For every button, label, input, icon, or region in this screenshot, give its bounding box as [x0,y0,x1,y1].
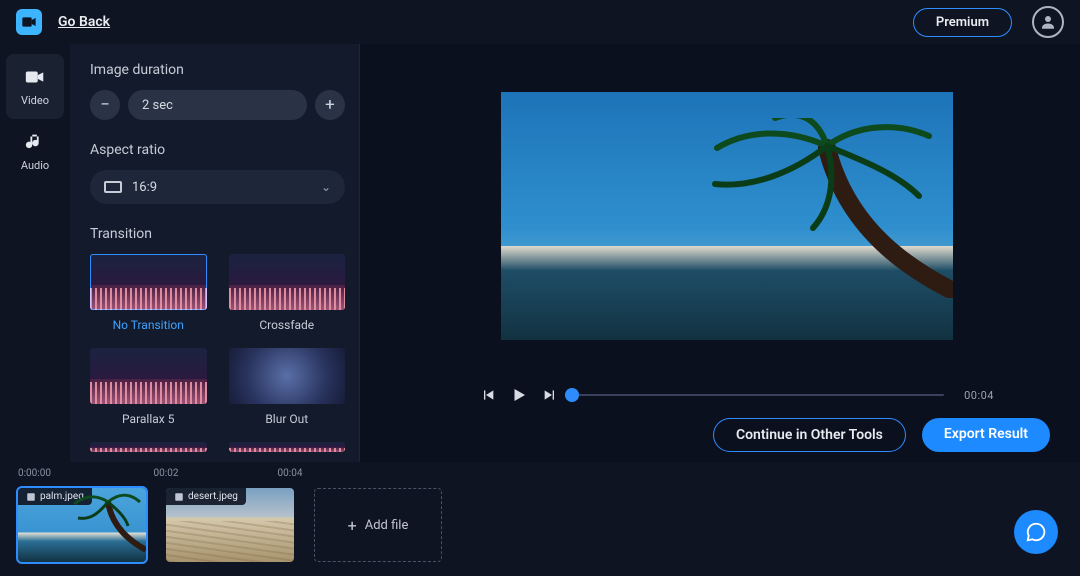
transition-blur-out[interactable]: Blur Out [229,348,346,426]
action-row: Continue in Other Tools Export Result [400,414,1054,452]
duration-increment-button[interactable]: + [315,90,345,120]
next-frame-button[interactable] [542,387,558,403]
duration-decrement-button[interactable]: − [90,90,120,120]
transition-label: Transition [90,226,345,242]
ruler-tick: 00:04 [278,468,303,479]
nav-video[interactable]: Video [6,54,64,119]
preview-pane: 00:04 Continue in Other Tools Export Res… [360,44,1080,462]
ruler-tick: 00:02 [154,468,179,479]
settings-panel: Image duration − 2 sec + Aspect ratio 16… [70,44,360,462]
transition-grid: No Transition Crossfade Parallax 5 Blur … [90,254,345,452]
transition-thumb [229,254,346,310]
continue-other-tools-button[interactable]: Continue in Other Tools [713,418,906,452]
clip-filename: desert.jpeg [188,491,238,502]
clip-row: palm.jpeg desert.jpeg + Add file [4,484,1080,562]
app-logo-icon [16,9,42,35]
add-file-button[interactable]: + Add file [314,488,442,562]
add-file-label: Add file [365,518,409,533]
aspect-ratio-select[interactable]: 16:9 ⌄ [90,170,345,204]
preview-seek-bar[interactable] [572,394,944,396]
seek-knob[interactable] [565,388,579,402]
transition-thumb [229,442,346,452]
transition-label-text: Crossfade [259,318,314,332]
palm-tree-illustration [697,118,953,298]
transition-thumb [90,254,207,310]
transition-label-text: Blur Out [265,412,308,426]
preview-box [400,54,1054,378]
nav-video-label: Video [21,94,49,107]
transition-thumb [90,442,207,452]
image-icon [26,492,36,502]
play-button[interactable] [510,386,528,404]
chevron-down-icon: ⌄ [321,180,331,194]
image-icon [174,492,184,502]
transition-no-transition[interactable]: No Transition [90,254,207,332]
transition-thumb [229,348,346,404]
total-duration: 00:04 [964,389,994,402]
help-chat-button[interactable] [1014,510,1058,554]
side-nav: Video Audio [0,44,70,462]
nav-audio-label: Audio [21,159,49,172]
transition-extra-2[interactable] [229,442,346,452]
chat-icon [1025,521,1047,543]
top-bar: Go Back Premium [0,0,1080,44]
nav-audio[interactable]: Audio [0,119,70,184]
transition-thumb [90,348,207,404]
aspect-ratio-label: Aspect ratio [90,142,345,158]
aspect-ratio-value: 16:9 [132,180,157,195]
transition-label-text: No Transition [113,318,184,332]
clip-tag: desert.jpeg [166,488,246,505]
timeline-ruler[interactable]: 0:00:00 00:02 00:04 [4,466,1080,484]
palm-mini-illustration [68,492,146,552]
main-area: Video Audio Image duration − 2 sec + Asp… [0,44,1080,462]
transition-parallax-5[interactable]: Parallax 5 [90,348,207,426]
premium-button[interactable]: Premium [913,8,1012,37]
prev-frame-button[interactable] [480,387,496,403]
go-back-link[interactable]: Go Back [58,14,110,30]
transition-crossfade[interactable]: Crossfade [229,254,346,332]
transition-extra-1[interactable] [90,442,207,452]
clip-desert[interactable]: desert.jpeg [166,488,294,562]
image-duration-label: Image duration [90,62,345,78]
player-controls: 00:04 [400,378,1054,414]
transition-label-text: Parallax 5 [122,412,174,426]
image-duration-stepper: − 2 sec + [90,90,345,120]
plus-icon: + [348,516,357,535]
clip-palm[interactable]: palm.jpeg [18,488,146,562]
account-icon[interactable] [1032,6,1064,38]
video-icon [24,66,46,88]
ruler-tick: 0:00:00 [18,468,51,479]
audio-icon [24,131,46,153]
timeline-panel: 0:00:00 00:02 00:04 palm.jpeg desert.jpe… [0,462,1080,576]
preview-canvas [501,92,953,340]
export-result-button[interactable]: Export Result [922,418,1050,452]
duration-value: 2 sec [128,90,307,120]
aspect-rect-icon [104,181,122,193]
